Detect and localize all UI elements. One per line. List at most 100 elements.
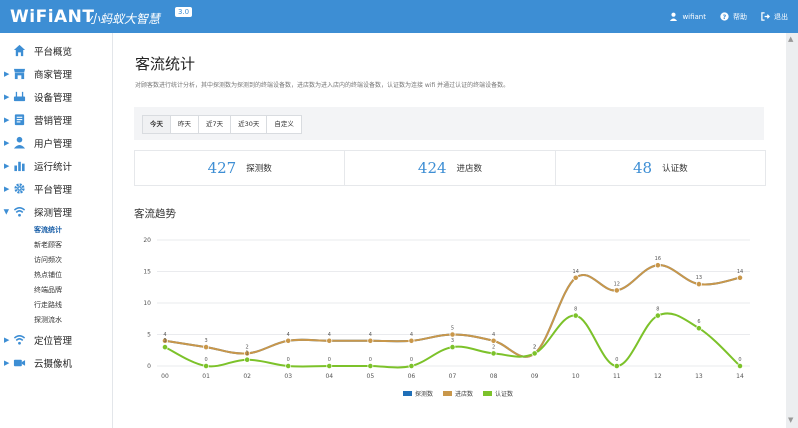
sidebar-item-overview[interactable]: 平台概览 xyxy=(0,39,112,62)
data-label: 4 xyxy=(163,332,166,338)
x-tick-label: 00 xyxy=(161,373,169,380)
router-icon xyxy=(12,90,26,104)
sidebar-subitem-new-returning[interactable]: 新老顾客 xyxy=(0,238,112,253)
help-label: 帮助 xyxy=(733,12,747,21)
data-label: 16 xyxy=(655,256,661,262)
data-point xyxy=(162,344,168,350)
date-range-bar: 今天 昨天 近7天 近30天 自定义 xyxy=(134,107,764,140)
top-bar: WiFiANT 小蚂蚁大智慧 3.0 wifiant ? 帮助 退出 xyxy=(0,0,798,33)
user-menu[interactable]: wifiant xyxy=(669,12,706,21)
legend-label: 进店数 xyxy=(455,390,473,398)
legend-swatch xyxy=(443,391,452,396)
data-label: 2 xyxy=(246,344,249,350)
data-label: 4 xyxy=(287,332,290,338)
data-label: 0 xyxy=(328,357,331,363)
collapse-arrow-icon: ▶ xyxy=(2,208,11,215)
data-label: 3 xyxy=(163,338,166,344)
data-point xyxy=(449,344,456,350)
scroll-up-icon[interactable]: ▲ xyxy=(788,35,793,43)
x-tick-label: 14 xyxy=(736,373,744,380)
chart-section-title: 客流趋势 xyxy=(134,208,176,220)
data-point xyxy=(326,337,333,344)
sidebar-item-camera[interactable]: ▶ 云摄像机 xyxy=(0,351,112,374)
data-point xyxy=(203,363,209,369)
sidebar-item-platform[interactable]: ▶ 平台管理 xyxy=(0,177,112,200)
data-point xyxy=(737,274,743,281)
x-tick-label: 05 xyxy=(367,373,375,380)
expand-arrow-icon: ▶ xyxy=(4,138,10,147)
data-point xyxy=(613,287,620,294)
logout-icon xyxy=(761,12,770,21)
data-point xyxy=(737,363,743,369)
main-content: 客流统计 对顾客数进行统计分析，其中探测数为探测到的终端设备数，进店数为进入店内… xyxy=(113,33,786,428)
x-tick-label: 10 xyxy=(572,373,580,380)
data-label: 13 xyxy=(696,275,702,281)
data-label: 8 xyxy=(574,307,577,313)
home-icon xyxy=(12,44,26,58)
data-point xyxy=(326,363,333,369)
help-link[interactable]: ? 帮助 xyxy=(720,12,747,22)
sidebar-item-location[interactable]: ▶ 定位管理 xyxy=(0,328,112,351)
tab-last-30-days[interactable]: 近30天 xyxy=(230,115,268,134)
logout-link[interactable]: 退出 xyxy=(761,12,788,22)
data-point xyxy=(572,274,579,281)
sidebar-subitem-device-brand[interactable]: 终端品牌 xyxy=(0,283,112,298)
sidebar-subitem-walking-route[interactable]: 行走路线 xyxy=(0,298,112,313)
tab-custom[interactable]: 自定义 xyxy=(266,115,302,134)
stat-value: 427 xyxy=(207,159,237,177)
y-tick-label: 0 xyxy=(147,363,151,370)
data-label: 0 xyxy=(204,357,207,363)
scrollbar[interactable]: ▲ ▼ xyxy=(786,33,798,428)
user-name: wifiant xyxy=(682,12,706,21)
data-point xyxy=(285,337,292,344)
wifi-icon xyxy=(12,333,26,347)
x-tick-label: 06 xyxy=(408,373,416,380)
legend-swatch xyxy=(403,391,412,396)
y-tick-label: 20 xyxy=(143,237,151,244)
sidebar-item-merchant[interactable]: ▶ 商家管理 xyxy=(0,62,112,85)
data-label: 0 xyxy=(615,357,618,363)
sidebar-subitem-visit-frequency[interactable]: 访问频次 xyxy=(0,253,112,268)
sidebar-item-detection[interactable]: ▶ 探测管理 xyxy=(0,200,112,223)
expand-arrow-icon: ▶ xyxy=(4,69,10,78)
data-label: 12 xyxy=(614,281,620,287)
data-label: 2 xyxy=(492,344,495,350)
sidebar-item-statistics[interactable]: ▶ 运行统计 xyxy=(0,154,112,177)
tab-last-7-days[interactable]: 近7天 xyxy=(198,115,232,134)
x-tick-label: 09 xyxy=(531,373,539,380)
data-point xyxy=(367,363,374,369)
legend-swatch xyxy=(483,391,492,396)
y-tick-label: 5 xyxy=(147,332,151,339)
data-point xyxy=(696,281,702,287)
sidebar-subitem-traffic-stats[interactable]: 客流统计 xyxy=(0,223,112,238)
tab-yesterday[interactable]: 昨天 xyxy=(170,115,199,134)
data-point xyxy=(244,356,251,363)
sidebar-item-marketing[interactable]: ▶ 营销管理 xyxy=(0,108,112,131)
data-point xyxy=(490,350,497,357)
data-label: 3 xyxy=(204,338,207,344)
traffic-trend-chart: 0510152000 01 02 03 04 05 06 07 08 09 10 11 12 13 1443… xyxy=(143,237,750,398)
sidebar-item-device[interactable]: ▶ 设备管理 xyxy=(0,85,112,108)
y-tick-label: 10 xyxy=(143,300,151,307)
stat-label: 认证数 xyxy=(662,164,688,174)
data-point xyxy=(408,363,415,369)
data-label: 3 xyxy=(451,338,454,344)
stat-value: 424 xyxy=(417,159,447,177)
data-point xyxy=(654,312,661,319)
page-title: 客流统计 xyxy=(135,55,196,73)
data-point xyxy=(531,350,538,357)
scroll-down-icon[interactable]: ▼ xyxy=(788,416,793,424)
sidebar-subitem-hot-spots[interactable]: 热点铺位 xyxy=(0,268,112,283)
data-point xyxy=(696,325,702,332)
stats-panel: 427 探测数 424 进店数 48 认证数 xyxy=(134,150,766,186)
stat-label: 进店数 xyxy=(456,164,483,174)
tab-today[interactable]: 今天 xyxy=(142,115,171,134)
x-tick-label: 12 xyxy=(654,373,662,380)
sidebar-item-user[interactable]: ▶ 用户管理 xyxy=(0,131,112,154)
x-tick-label: 11 xyxy=(613,373,621,380)
data-label: 0 xyxy=(410,357,413,363)
sidebar-subitem-detection-log[interactable]: 探测流水 xyxy=(0,313,112,328)
data-point xyxy=(449,331,456,338)
help-icon: ? xyxy=(720,12,729,21)
expand-arrow-icon: ▶ xyxy=(4,115,10,124)
